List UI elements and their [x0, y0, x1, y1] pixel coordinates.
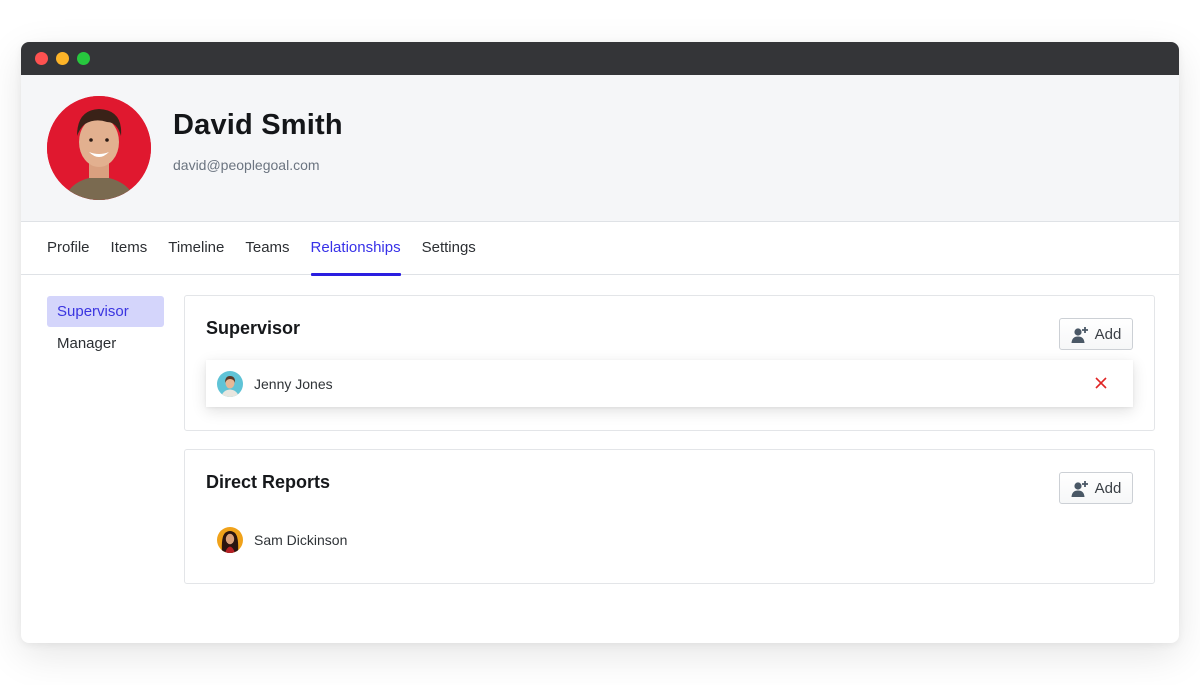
jenny-photo-icon — [217, 370, 243, 397]
person-avatar — [217, 370, 243, 397]
user-name: David Smith — [173, 109, 343, 141]
direct-reports-card: Direct Reports Add Sam Dickinson — [184, 449, 1155, 584]
add-button-label: Add — [1094, 479, 1122, 497]
side-nav-item-supervisor[interactable]: Supervisor — [47, 296, 164, 327]
add-user-icon — [1071, 326, 1088, 343]
user-photo-icon — [47, 96, 151, 200]
close-icon — [1095, 377, 1107, 389]
side-nav-item-manager[interactable]: Manager — [47, 328, 164, 359]
tab-profile[interactable]: Profile — [47, 222, 90, 275]
relationship-side-nav: Supervisor Manager — [47, 296, 164, 360]
profile-header: David Smith david@peoplegoal.com — [21, 75, 1179, 222]
add-supervisor-button[interactable]: Add — [1059, 318, 1133, 350]
remove-supervisor-button[interactable] — [1091, 373, 1111, 393]
add-direct-report-button[interactable]: Add — [1059, 472, 1133, 504]
close-window-button[interactable] — [35, 52, 48, 65]
sam-photo-icon — [217, 526, 243, 553]
profile-avatar — [47, 96, 151, 200]
maximize-window-button[interactable] — [77, 52, 90, 65]
supervisor-list-item[interactable]: Jenny Jones — [206, 360, 1133, 407]
user-email: david@peoplegoal.com — [173, 157, 320, 173]
supervisor-card: Supervisor Add Jenny Jones — [184, 295, 1155, 431]
add-user-icon — [1071, 480, 1088, 497]
tab-settings[interactable]: Settings — [422, 222, 476, 275]
relationships-content: Supervisor Manager Supervisor Add Jenny … — [21, 275, 1179, 643]
direct-report-list-item[interactable]: Sam Dickinson — [206, 516, 1133, 563]
direct-reports-card-title: Direct Reports — [206, 472, 331, 492]
tab-relationships[interactable]: Relationships — [310, 222, 401, 276]
tab-items[interactable]: Items — [111, 222, 148, 275]
tab-timeline[interactable]: Timeline — [168, 222, 224, 275]
tab-teams[interactable]: Teams — [245, 222, 289, 275]
person-name: Jenny Jones — [254, 375, 333, 392]
supervisor-card-title: Supervisor — [206, 318, 301, 338]
profile-tabs: Profile Items Timeline Teams Relationshi… — [21, 222, 1179, 276]
person-name: Sam Dickinson — [254, 531, 348, 548]
minimize-window-button[interactable] — [56, 52, 69, 65]
person-avatar — [217, 526, 243, 553]
add-button-label: Add — [1094, 325, 1122, 343]
window-titlebar — [21, 42, 1179, 75]
app-window: David Smith david@peoplegoal.com Profile… — [21, 42, 1179, 643]
